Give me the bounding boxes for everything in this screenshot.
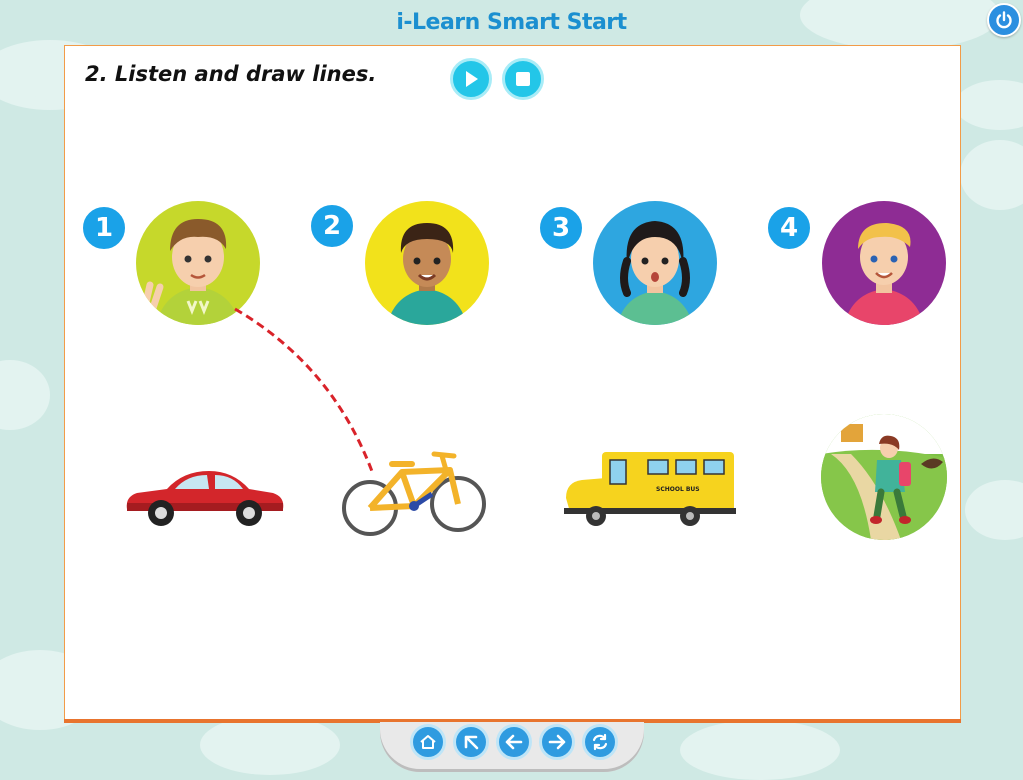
bg-cloud (0, 360, 50, 430)
person-4-avatar[interactable] (822, 201, 946, 325)
arrow-right-icon (548, 734, 566, 750)
bg-cloud (680, 720, 840, 780)
stop-button[interactable] (502, 58, 544, 100)
arrow-up-left-icon (464, 735, 479, 750)
car-picture[interactable] (123, 463, 287, 531)
back-to-menu-button[interactable] (453, 724, 489, 760)
number-badge-2: 2 (309, 203, 355, 249)
previous-button[interactable] (496, 724, 532, 760)
home-button[interactable] (410, 724, 446, 760)
arrow-left-icon (505, 734, 523, 750)
bg-cloud (955, 80, 1023, 130)
person-3-avatar[interactable] (593, 201, 717, 325)
bg-cloud (965, 480, 1023, 540)
exercise-instruction: 2. Listen and draw lines. (85, 62, 377, 86)
power-icon (996, 11, 1012, 29)
bg-cloud (960, 140, 1023, 210)
number-badge-1: 1 (81, 205, 127, 251)
exercise-panel: 2. Listen and draw lines. 1 2 3 4 SCHOOL… (64, 45, 961, 721)
school-bus-picture[interactable]: SCHOOL BUS (562, 448, 736, 528)
refresh-button[interactable] (582, 724, 618, 760)
next-button[interactable] (539, 724, 575, 760)
number-badge-4: 4 (766, 205, 812, 251)
bottom-nav-bar (380, 722, 644, 772)
play-button[interactable] (450, 58, 492, 100)
walking-picture[interactable] (821, 414, 947, 540)
person-2-avatar[interactable] (365, 201, 489, 325)
play-icon (466, 71, 478, 87)
app-title: i-Learn Smart Start (396, 10, 627, 35)
stop-icon (516, 72, 530, 86)
number-badge-3: 3 (538, 205, 584, 251)
power-button[interactable] (987, 3, 1021, 37)
home-icon (420, 735, 436, 749)
bicycle-picture[interactable] (342, 434, 488, 544)
refresh-icon (592, 733, 608, 751)
school-bus-label: SCHOOL BUS (656, 486, 700, 493)
person-1-avatar[interactable] (136, 201, 260, 325)
drawn-match-line (234, 307, 375, 475)
bg-cloud (200, 715, 340, 775)
